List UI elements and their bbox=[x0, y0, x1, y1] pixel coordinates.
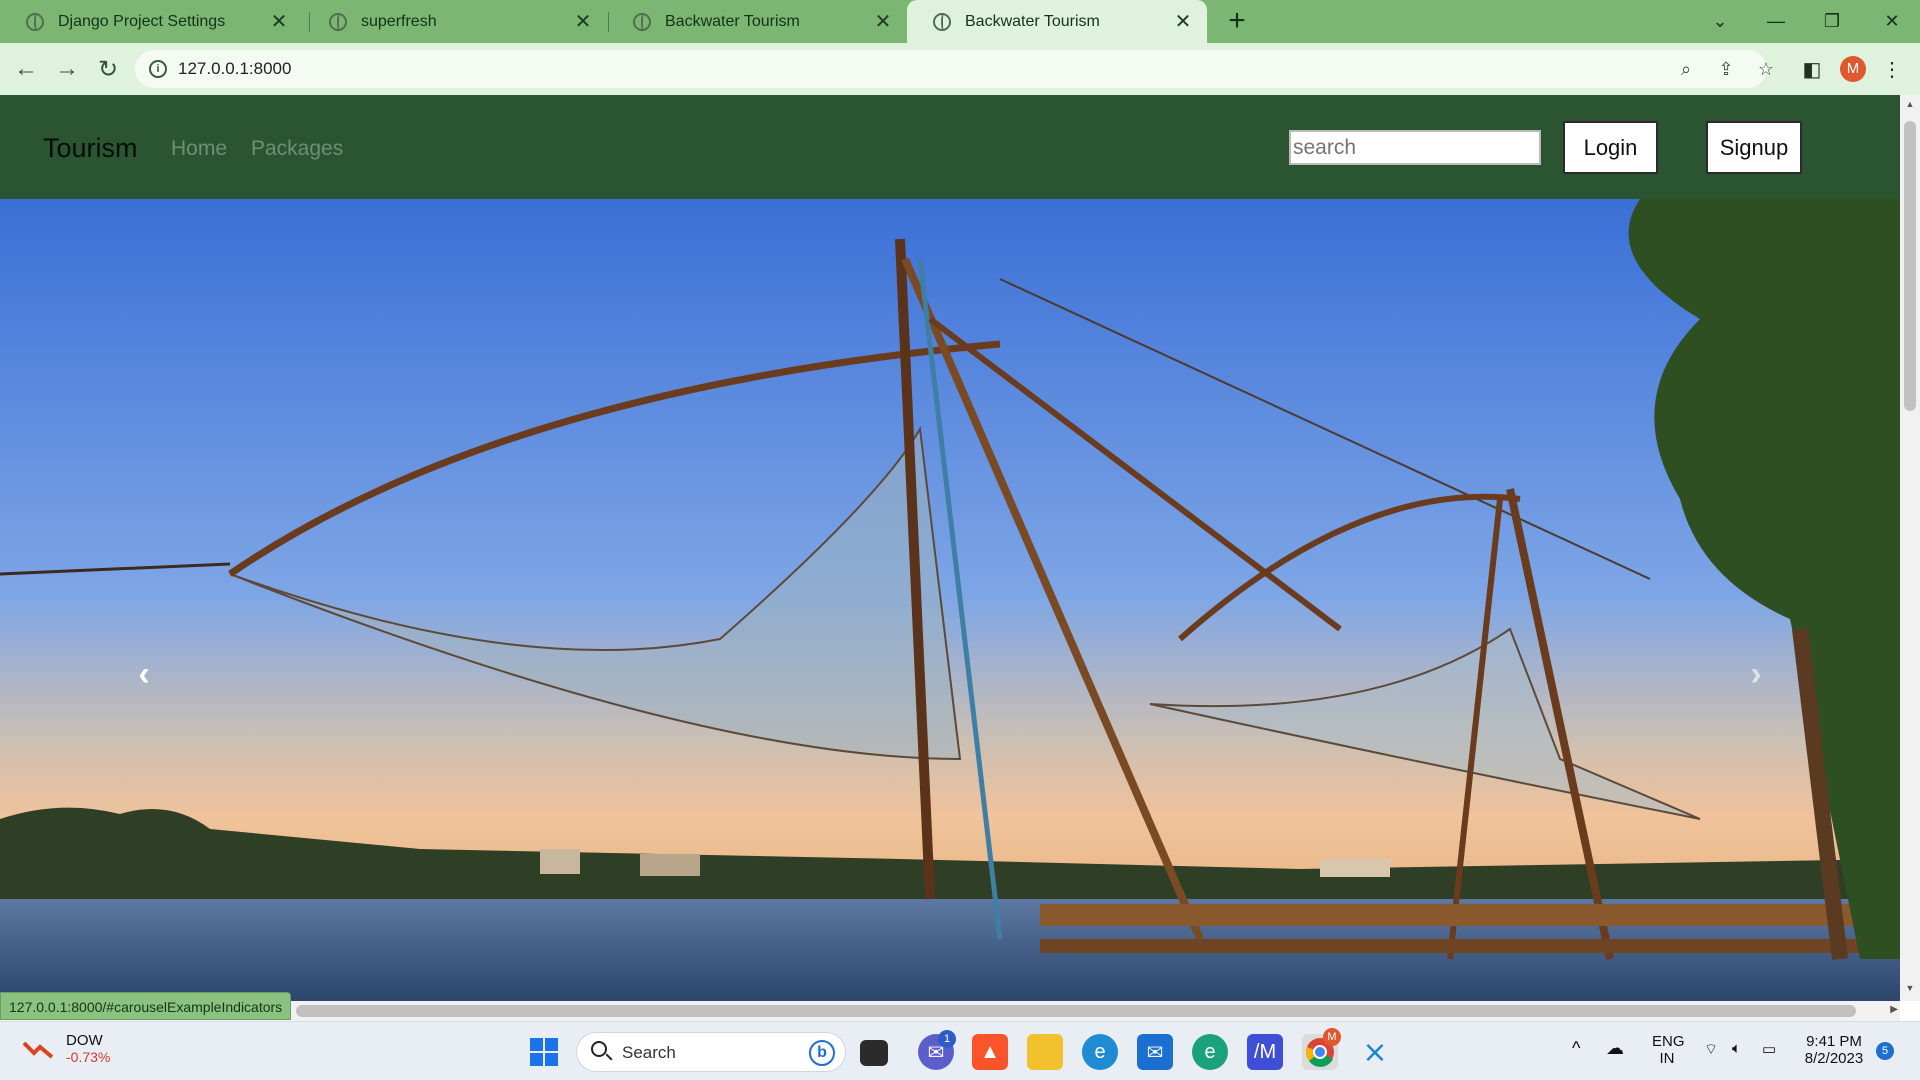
tab-title: Django Project Settings bbox=[58, 12, 226, 30]
stock-down-icon bbox=[22, 1039, 54, 1059]
carousel-next-icon[interactable]: › bbox=[1736, 654, 1776, 694]
search-input[interactable] bbox=[1289, 130, 1541, 165]
login-button[interactable]: Login bbox=[1563, 121, 1658, 174]
globe-icon bbox=[26, 12, 44, 31]
brave-browser-icon[interactable]: ▲ bbox=[972, 1034, 1008, 1070]
battery-icon[interactable]: ▭ bbox=[1762, 1040, 1776, 1058]
edge-beta-icon[interactable]: e bbox=[1192, 1034, 1228, 1070]
link-status-bubble: 127.0.0.1:8000/#carouselExampleIndicator… bbox=[0, 992, 292, 1020]
scroll-thumb[interactable] bbox=[1904, 121, 1916, 411]
mail-icon[interactable]: ✉ bbox=[1137, 1034, 1173, 1070]
browser-toolbar: ← → ↻ i 127.0.0.1:8000 ⌕ ⇪ ☆ ◧ M ⋮ bbox=[0, 43, 1920, 95]
scroll-up-arrow-icon[interactable]: ▲ bbox=[1900, 99, 1920, 109]
browser-tab[interactable]: Backwater Tourism ✕ bbox=[607, 0, 907, 43]
page-viewport: Tourism Home Packages Login Signup bbox=[0, 95, 1900, 1001]
taskbar-search[interactable]: Search b bbox=[576, 1032, 846, 1072]
clock-time: 9:41 PM bbox=[1806, 1033, 1862, 1050]
site-navbar: Tourism Home Packages Login Signup bbox=[0, 95, 1900, 199]
edge-browser-icon[interactable]: e bbox=[1082, 1034, 1118, 1070]
scroll-down-arrow-icon[interactable]: ▼ bbox=[1900, 983, 1920, 993]
browser-tab-active[interactable]: Backwater Tourism ✕ bbox=[907, 0, 1207, 43]
close-tab-icon[interactable]: ✕ bbox=[1173, 9, 1193, 34]
zoom-icon[interactable]: ⌕ bbox=[1675, 59, 1697, 81]
signup-button[interactable]: Signup bbox=[1706, 121, 1802, 174]
site-brand[interactable]: Tourism bbox=[43, 133, 138, 164]
globe-icon bbox=[633, 12, 651, 31]
wifi-icon[interactable]: ⌔ bbox=[1704, 1040, 1718, 1059]
globe-icon bbox=[329, 12, 347, 31]
carousel-prev-icon[interactable]: ‹ bbox=[124, 654, 164, 694]
windows-start-icon[interactable] bbox=[526, 1034, 562, 1070]
minimize-button[interactable]: — bbox=[1748, 0, 1804, 43]
sketch-app-icon[interactable]: /M bbox=[1247, 1034, 1283, 1070]
windows-taskbar: DOW -0.73% Search b ✉ 1 ▲ e ✉ e /M M ⨯ ^… bbox=[0, 1021, 1920, 1080]
vertical-scrollbar[interactable]: ▲ ▼ bbox=[1900, 95, 1920, 1001]
side-panel-icon[interactable]: ◧ bbox=[1800, 57, 1824, 81]
file-explorer-icon[interactable] bbox=[1027, 1034, 1063, 1070]
tab-search-chevron-icon[interactable]: ⌄ bbox=[1692, 0, 1748, 43]
notification-badge[interactable]: 5 bbox=[1876, 1042, 1894, 1060]
address-bar[interactable]: i 127.0.0.1:8000 ⌕ ⇪ ☆ bbox=[135, 50, 1774, 88]
tray-overflow-chevron-icon[interactable]: ^ bbox=[1572, 1038, 1580, 1059]
scroll-thumb[interactable] bbox=[296, 1005, 1856, 1017]
volume-icon[interactable]: 🔈︎ bbox=[1732, 1040, 1741, 1057]
onedrive-cloud-icon[interactable]: ☁ bbox=[1606, 1038, 1624, 1059]
taskbar-search-label: Search bbox=[622, 1043, 676, 1062]
close-tab-icon[interactable]: ✕ bbox=[269, 9, 289, 34]
globe-icon bbox=[933, 12, 951, 31]
browser-tab-strip: Django Project Settings ✕ superfresh ✕ B… bbox=[0, 0, 1920, 43]
tab-title: superfresh bbox=[361, 12, 437, 30]
region-code: IN bbox=[1659, 1050, 1675, 1067]
back-arrow-icon[interactable]: ← bbox=[8, 51, 44, 87]
restore-button[interactable]: ❐ bbox=[1804, 0, 1860, 43]
reload-icon[interactable]: ↻ bbox=[90, 51, 126, 87]
profile-avatar[interactable]: M bbox=[1840, 56, 1866, 82]
vscode-icon[interactable]: ⨯ bbox=[1357, 1034, 1393, 1070]
ticker-name: DOW bbox=[66, 1032, 103, 1049]
nav-link-packages[interactable]: Packages bbox=[251, 137, 343, 161]
task-view-icon[interactable] bbox=[860, 1040, 888, 1066]
close-tab-icon[interactable]: ✕ bbox=[873, 9, 893, 34]
stocks-widget[interactable]: DOW -0.73% bbox=[22, 1032, 110, 1065]
nav-link-home[interactable]: Home bbox=[171, 137, 227, 161]
close-window-button[interactable]: ✕ bbox=[1864, 0, 1920, 43]
bing-icon[interactable]: b bbox=[809, 1040, 835, 1066]
site-info-icon[interactable]: i bbox=[149, 60, 167, 78]
share-icon[interactable]: ⇪ bbox=[1715, 59, 1737, 81]
browser-tab[interactable]: superfresh ✕ bbox=[303, 0, 607, 43]
ticker-change: -0.73% bbox=[66, 1049, 111, 1065]
language-code: ENG bbox=[1652, 1033, 1685, 1050]
tab-title: Backwater Tourism bbox=[665, 12, 800, 30]
language-indicator[interactable]: ENG IN bbox=[1652, 1033, 1685, 1067]
scroll-right-arrow-icon[interactable]: ▶ bbox=[1890, 1004, 1898, 1015]
tab-title: Backwater Tourism bbox=[965, 12, 1100, 30]
close-tab-icon[interactable]: ✕ bbox=[573, 9, 593, 34]
clock[interactable]: 9:41 PM 8/2/2023 bbox=[1798, 1033, 1870, 1067]
hero-carousel: ‹ › bbox=[0, 199, 1900, 1001]
browser-tab[interactable]: Django Project Settings ✕ bbox=[0, 0, 303, 43]
fishing-nets-photo bbox=[0, 199, 1900, 1001]
chrome-profile-badge: M bbox=[1323, 1028, 1341, 1046]
url-text[interactable]: 127.0.0.1:8000 bbox=[178, 59, 291, 79]
menu-kebab-icon[interactable]: ⋮ bbox=[1880, 57, 1904, 81]
new-tab-button[interactable]: + bbox=[1220, 4, 1254, 38]
bookmark-star-icon[interactable]: ☆ bbox=[1755, 59, 1777, 81]
search-icon bbox=[591, 1041, 607, 1057]
teams-badge: 1 bbox=[938, 1030, 956, 1048]
forward-arrow-icon[interactable]: → bbox=[49, 51, 85, 87]
clock-date: 8/2/2023 bbox=[1804, 1050, 1864, 1067]
